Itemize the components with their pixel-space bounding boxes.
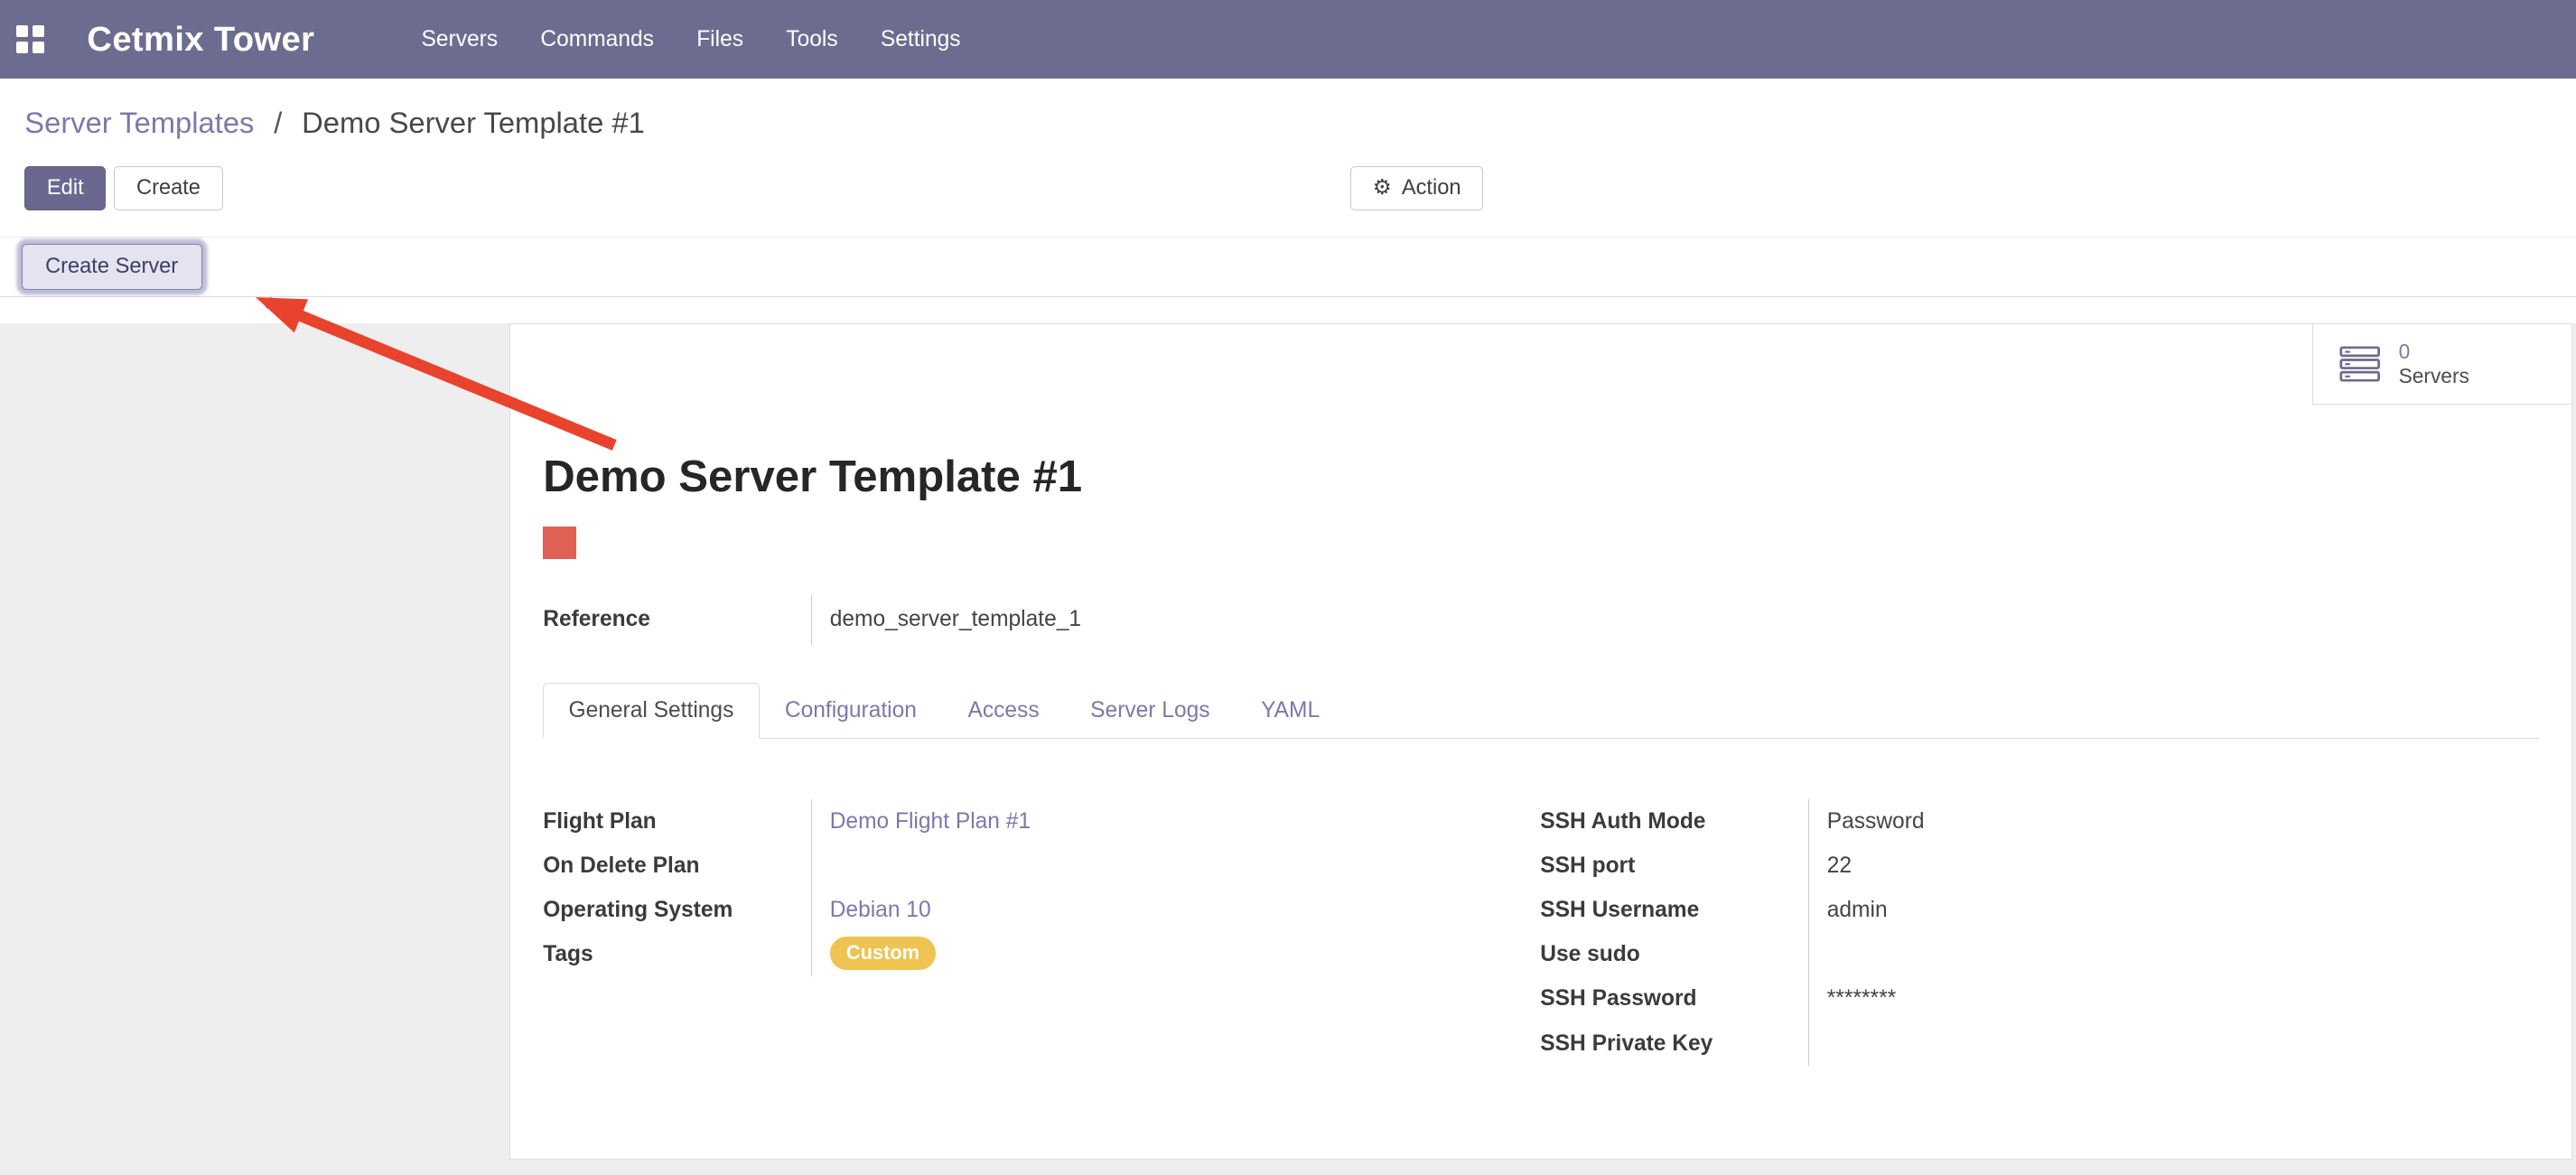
reference-field-row: Reference demo_server_template_1 xyxy=(543,595,2539,645)
control-panel-buttons: Edit Create xyxy=(24,166,2550,210)
tab-access[interactable]: Access xyxy=(942,683,1065,740)
right-field-group: SSH Auth Mode Password SSH port 22 SSH U… xyxy=(1540,799,2539,1066)
servers-count: 0 xyxy=(2399,340,2469,364)
menu-settings[interactable]: Settings xyxy=(859,0,982,79)
breadcrumb-current: Demo Server Template #1 xyxy=(302,106,645,139)
create-server-button[interactable]: Create Server xyxy=(22,244,202,290)
field-value-tags: Custom xyxy=(811,932,1541,976)
form-view-background: 0 Servers Demo Server Template #1 Refere… xyxy=(0,323,2576,1174)
field-label-use-sudo: Use sudo xyxy=(1540,932,1807,976)
field-label-ssh-port: SSH port xyxy=(1540,844,1807,888)
gear-icon: ⚙ xyxy=(1373,177,1392,200)
action-button-label: Action xyxy=(1402,175,1461,201)
field-label-tags: Tags xyxy=(543,932,810,976)
field-label-flight-plan: Flight Plan xyxy=(543,799,810,844)
top-navbar: Cetmix Tower Servers Commands Files Tool… xyxy=(0,0,2576,79)
menu-tools[interactable]: Tools xyxy=(765,0,860,79)
field-value-on-delete-plan xyxy=(811,844,1541,888)
create-button[interactable]: Create xyxy=(114,166,222,210)
form-sheet: 0 Servers Demo Server Template #1 Refere… xyxy=(509,323,2573,1160)
servers-stat-text: 0 Servers xyxy=(2399,340,2469,389)
breadcrumb: Server Templates / Demo Server Template … xyxy=(24,102,2550,143)
field-value-ssh-username: admin xyxy=(1808,888,2539,932)
field-value-ssh-port: 22 xyxy=(1808,844,2539,888)
breadcrumb-parent-link[interactable]: Server Templates xyxy=(24,106,254,139)
left-field-group: Flight Plan Demo Flight Plan #1 On Delet… xyxy=(543,799,1540,1066)
tag-badge-custom: Custom xyxy=(830,937,937,969)
field-label-ssh-private-key: SSH Private Key xyxy=(1540,1021,1807,1066)
tab-yaml[interactable]: YAML xyxy=(1236,683,1346,740)
action-button[interactable]: ⚙ Action xyxy=(1350,166,1483,210)
apps-grid-square xyxy=(16,42,28,53)
menu-commands[interactable]: Commands xyxy=(519,0,676,79)
apps-grid-icon[interactable] xyxy=(16,25,44,53)
color-swatch xyxy=(543,527,575,559)
reference-label: Reference xyxy=(543,595,810,645)
app-window: Cetmix Tower Servers Commands Files Tool… xyxy=(0,0,2576,1175)
sheet-content: Demo Server Template #1 Reference demo_s… xyxy=(510,324,2572,1065)
field-label-ssh-password: SSH Password xyxy=(1540,976,1807,1021)
operating-system-link[interactable]: Debian 10 xyxy=(830,898,931,922)
form-header-bar: Create Server xyxy=(0,237,2576,297)
tab-general-settings[interactable]: General Settings xyxy=(543,683,759,740)
field-label-ssh-auth-mode: SSH Auth Mode xyxy=(1540,799,1807,844)
general-settings-page: Flight Plan Demo Flight Plan #1 On Delet… xyxy=(543,799,2539,1066)
servers-stat-label: Servers xyxy=(2399,364,2469,388)
reference-value: demo_server_template_1 xyxy=(811,595,2539,645)
field-value-ssh-auth-mode: Password xyxy=(1808,799,2539,844)
field-value-flight-plan: Demo Flight Plan #1 xyxy=(811,799,1541,844)
edit-button[interactable]: Edit xyxy=(24,166,106,210)
field-label-operating-system: Operating System xyxy=(543,888,810,932)
field-label-on-delete-plan: On Delete Plan xyxy=(543,844,810,888)
field-value-operating-system: Debian 10 xyxy=(811,888,1541,932)
control-panel: Server Templates / Demo Server Template … xyxy=(0,79,2576,237)
field-label-ssh-username: SSH Username xyxy=(1540,888,1807,932)
servers-stat-button[interactable]: 0 Servers xyxy=(2312,324,2571,405)
record-title: Demo Server Template #1 xyxy=(543,324,2539,501)
tab-server-logs[interactable]: Server Logs xyxy=(1065,683,1236,740)
field-value-ssh-private-key xyxy=(1808,1021,2539,1066)
apps-grid-square xyxy=(16,25,28,37)
field-value-ssh-password: ******** xyxy=(1808,976,2539,1021)
breadcrumb-separator: / xyxy=(274,106,282,139)
notebook-tabs: General Settings Configuration Access Se… xyxy=(543,683,2539,739)
flight-plan-link[interactable]: Demo Flight Plan #1 xyxy=(830,809,1031,834)
servers-icon xyxy=(2339,346,2382,382)
menu-files[interactable]: Files xyxy=(676,0,765,79)
main-menu: Servers Commands Files Tools Settings xyxy=(400,0,982,79)
app-brand[interactable]: Cetmix Tower xyxy=(87,20,314,60)
apps-grid-square xyxy=(33,25,44,37)
apps-grid-square xyxy=(33,42,44,53)
field-value-use-sudo xyxy=(1808,932,2539,976)
tab-configuration[interactable]: Configuration xyxy=(760,683,943,740)
menu-servers[interactable]: Servers xyxy=(400,0,519,79)
